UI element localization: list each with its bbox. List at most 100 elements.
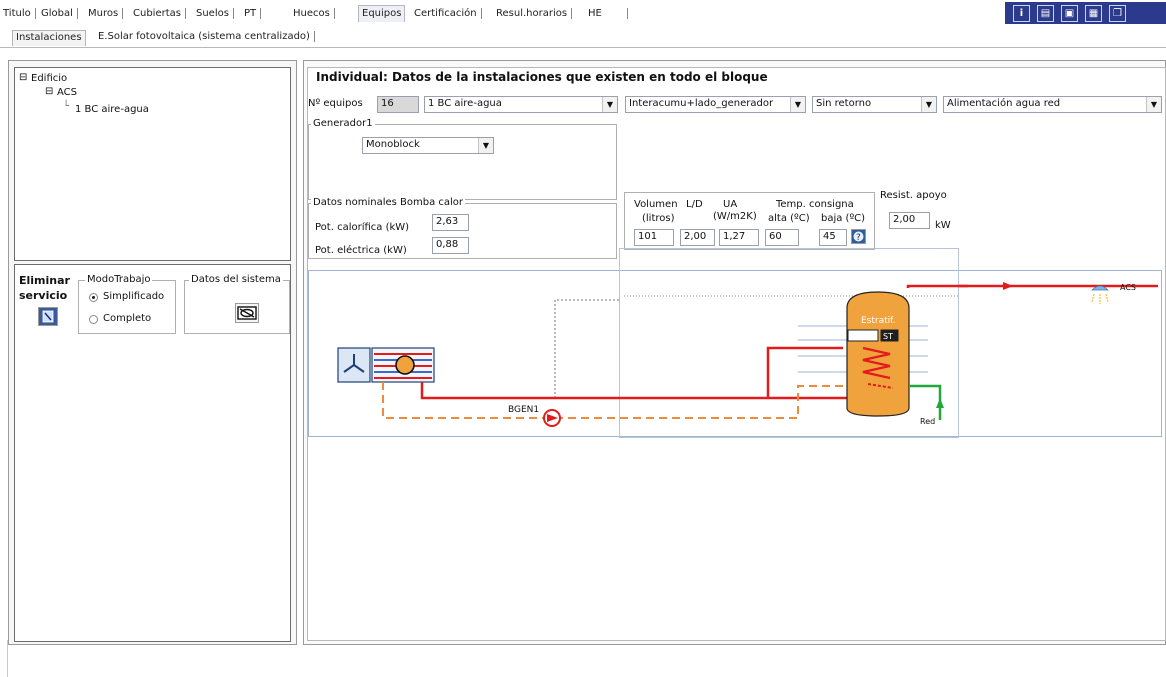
- tab-muros[interactable]: Muros: [88, 8, 124, 19]
- left-edge-strip: [0, 640, 8, 677]
- delete-service-button[interactable]: [38, 307, 58, 326]
- modo-trabajo-title: ModoTrabajo: [85, 274, 153, 285]
- resist-apoyo-unit: kW: [935, 220, 951, 231]
- num-equipos-field[interactable]: 16: [377, 96, 419, 113]
- tank-data-group: Volumen (litros) L/D UA (W/m2K) Temp. co…: [624, 192, 875, 250]
- equipo-select[interactable]: 1 BC aire-agua ▼: [424, 96, 618, 113]
- tab-suelos[interactable]: Suelos: [196, 8, 234, 19]
- tab-certificacion[interactable]: Certificación: [414, 8, 482, 19]
- toolbar: i ▤ ▣ ▦ ❐: [1005, 2, 1166, 24]
- chevron-down-icon: ▼: [1146, 97, 1161, 112]
- interacumu-select[interactable]: Interacumu+lado_generador ▼: [625, 96, 806, 113]
- eliminar-label-1: Eliminar: [19, 274, 70, 287]
- hot-supply-pipe: [420, 382, 868, 400]
- volumen-label: Volumen: [634, 199, 678, 210]
- document-icon[interactable]: ▤: [1037, 5, 1054, 22]
- control-line: [554, 299, 620, 398]
- modo-trabajo-group: ModoTrabajo Simplificado Completo: [78, 274, 176, 334]
- page-title: Individual: Datos de la instalaciones qu…: [316, 70, 768, 84]
- help-icon: ?: [853, 231, 864, 243]
- tab-global[interactable]: Global: [41, 8, 78, 19]
- temp-consigna-label: Temp. consigna: [776, 199, 854, 210]
- datos-sistema-group: Datos del sistema: [184, 274, 290, 334]
- datos-sistema-title: Datos del sistema: [189, 274, 283, 285]
- alimentacion-select[interactable]: Alimentación agua red ▼: [943, 96, 1162, 113]
- chevron-down-icon: ▼: [478, 138, 493, 153]
- shower-icon: [1091, 285, 1109, 304]
- temp-alta-field[interactable]: 60: [765, 229, 799, 246]
- copy-icon[interactable]: ❐: [1109, 5, 1126, 22]
- temp-alta-label: alta (ºC): [768, 213, 810, 224]
- flow-arrow-icon: [1003, 282, 1013, 290]
- generador-type-value: Monoblock: [366, 139, 420, 150]
- subtab-instalaciones[interactable]: Instalaciones: [12, 30, 86, 46]
- interacumu-select-value: Interacumu+lado_generador: [629, 98, 774, 109]
- tab-resul-horarios[interactable]: Resul.horarios: [496, 8, 573, 19]
- tree-node-acs[interactable]: ACS: [57, 87, 77, 98]
- svg-text:?: ?: [856, 233, 861, 243]
- ua-label: UA: [723, 199, 738, 210]
- tab-huecos[interactable]: Huecos: [293, 8, 335, 19]
- equipo-select-value: 1 BC aire-agua: [428, 98, 502, 109]
- pot-calorifica-label: Pot. calorífica (kW): [315, 222, 410, 233]
- temp-help-button[interactable]: ?: [851, 229, 866, 244]
- tab-pt[interactable]: PT: [244, 8, 262, 19]
- modo-simplificado-label: Simplificado: [103, 291, 165, 302]
- compressor-icon: [395, 355, 415, 375]
- subtab-solar-fotovoltaica[interactable]: E.Solar fotovoltaica (sistema centraliza…: [98, 31, 315, 42]
- acs-label: ACS: [1120, 283, 1136, 292]
- tab-titulo[interactable]: Titulo: [3, 8, 36, 19]
- modo-simplificado-radio[interactable]: [89, 293, 98, 302]
- tab-cubiertas[interactable]: Cubiertas: [133, 8, 186, 19]
- storage-tank: [846, 291, 910, 417]
- ua-field[interactable]: 1,27: [719, 229, 759, 246]
- temp-baja-field[interactable]: 45: [819, 229, 847, 246]
- modo-completo-label: Completo: [103, 313, 152, 324]
- tree-connector: └: [63, 101, 70, 112]
- sensor-label: ST: [883, 332, 893, 341]
- retorno-select-value: Sin retorno: [816, 98, 872, 109]
- temp-baja-label: baja (ºC): [821, 213, 866, 224]
- cold-inflow-arrow-icon: [936, 398, 944, 408]
- tree-expander-acs[interactable]: ⊟: [45, 86, 53, 97]
- nominal-data-title: Datos nominales Bomba calor: [311, 197, 466, 208]
- alimentacion-select-value: Alimentación agua red: [947, 98, 1061, 109]
- pump-label: BGEN1: [508, 405, 539, 415]
- chevron-down-icon: ▼: [921, 97, 936, 112]
- eliminar-label-2: servicio: [19, 289, 68, 302]
- tank-label: Estratif.: [861, 316, 896, 326]
- resist-apoyo-label: Resist. apoyo: [880, 190, 947, 201]
- info-icon[interactable]: i: [1013, 5, 1030, 22]
- tree-node-bc[interactable]: 1 BC aire-agua: [75, 104, 149, 115]
- tree-expander-root[interactable]: ⊟: [19, 72, 27, 83]
- litros-label: (litros): [642, 213, 675, 224]
- window-icon[interactable]: ▦: [1085, 5, 1102, 22]
- return-pipe: [382, 382, 848, 419]
- tab-equipos[interactable]: Equipos: [358, 5, 406, 22]
- pot-calorifica-field[interactable]: 2,63: [432, 214, 469, 231]
- heater-element-icon: [847, 329, 879, 342]
- modo-completo-radio[interactable]: [89, 315, 98, 324]
- ld-field[interactable]: 2,00: [680, 229, 715, 246]
- ua-unit-label: (W/m2K): [713, 211, 757, 222]
- cold-water-pipe: [909, 384, 942, 420]
- delete-service-icon: [42, 310, 54, 323]
- main-tab-bar: Titulo Global Muros Cubiertas Suelos PT …: [0, 0, 1166, 26]
- chevron-down-icon: ▼: [790, 97, 805, 112]
- volumen-field[interactable]: 101: [634, 229, 674, 246]
- generador-group: Generador1 Monoblock ▼: [308, 118, 617, 200]
- retorno-select[interactable]: Sin retorno ▼: [812, 96, 937, 113]
- generador-title: Generador1: [311, 118, 375, 129]
- chevron-down-icon: ▼: [602, 97, 617, 112]
- generador-type-select[interactable]: Monoblock ▼: [362, 137, 494, 154]
- ld-label: L/D: [686, 199, 703, 210]
- num-equipos-label: Nº equipos: [308, 98, 363, 109]
- resist-apoyo-field[interactable]: 2,00: [889, 212, 930, 229]
- disk-icon[interactable]: ▣: [1061, 5, 1078, 22]
- system-data-icon: [237, 306, 257, 320]
- datos-sistema-button[interactable]: [235, 303, 259, 323]
- tree-node-edificio[interactable]: Edificio: [31, 73, 67, 84]
- installation-tree: ⊟ Edificio ⊟ ACS └ 1 BC aire-agua: [14, 67, 291, 261]
- diagram-drawing: BGEN1 Estratif. ST Red ACS: [337, 282, 1158, 427]
- tab-he[interactable]: HE: [588, 8, 628, 19]
